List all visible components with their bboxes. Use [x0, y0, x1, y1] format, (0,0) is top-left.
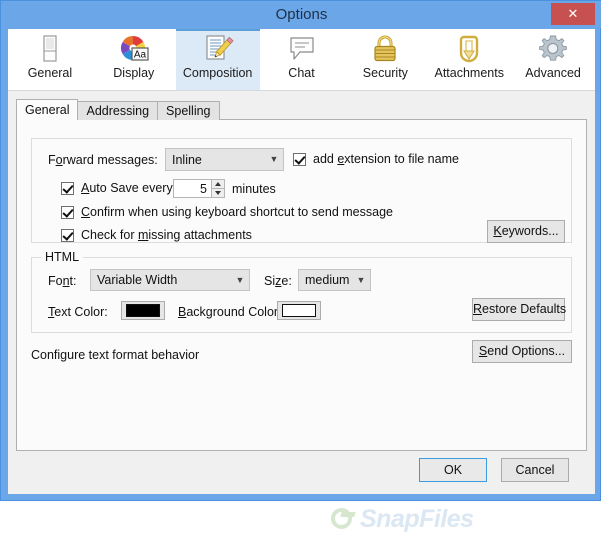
stepper-down-icon[interactable]: [211, 188, 225, 198]
background-color-swatch: [282, 304, 316, 317]
tab-label: General: [25, 103, 70, 117]
font-select[interactable]: Variable Width ▼: [90, 269, 250, 291]
toolbar-item-security[interactable]: Security: [343, 29, 427, 90]
tab-label: Spelling: [166, 104, 211, 118]
tab-addressing[interactable]: Addressing: [77, 101, 159, 120]
toolbar: General Aa Display Composition Chat Security A…: [8, 29, 595, 91]
auto-save-minutes-stepper[interactable]: 5: [173, 179, 225, 198]
auto-save-minutes-input[interactable]: 5: [173, 179, 211, 198]
general-switch-icon: [33, 33, 67, 65]
stepper-buttons: [211, 179, 225, 198]
checkbox-box: [293, 152, 306, 166]
dialog-body: General Addressing Spelling Forward messag…: [8, 91, 595, 531]
toolbar-item-label: Security: [362, 66, 408, 80]
chevron-down-icon: ▼: [356, 274, 366, 285]
checkbox-box: [61, 228, 74, 242]
background-color-button[interactable]: [277, 301, 321, 320]
toolbar-item-display[interactable]: Aa Display: [92, 29, 176, 90]
forward-messages-value: Inline: [172, 152, 202, 167]
color-wheel-icon: Aa: [117, 33, 151, 65]
toolbar-item-label: General: [27, 66, 73, 80]
confirm-shortcut-checkbox[interactable]: Confirm when using keyboard shortcut to …: [61, 205, 393, 219]
add-extension-label: add extension to file name: [313, 152, 459, 166]
check-missing-attachments-label: Check for missing attachments: [81, 228, 252, 242]
toolbar-item-composition[interactable]: Composition: [175, 29, 260, 90]
checkbox-box: [61, 205, 74, 219]
toolbar-item-attachments[interactable]: Attachments: [427, 29, 511, 90]
send-options-button[interactable]: Send Options...: [472, 340, 572, 363]
tab-strip: General Addressing Spelling: [16, 99, 220, 120]
configure-text-format-label: Configure text format behavior: [31, 348, 200, 362]
options-window: Options ✕ General Aa Display Composition Cha…: [0, 0, 601, 531]
general-settings-group: Forward messages: Inline ▼ add extension…: [31, 138, 572, 243]
toolbar-item-label: Chat: [288, 66, 315, 80]
snapfiles-watermark: SnapFiles: [329, 502, 549, 536]
svg-text:Aa: Aa: [134, 50, 147, 61]
watermark-text: SnapFiles: [360, 504, 474, 533]
cancel-button[interactable]: Cancel: [501, 458, 569, 482]
html-settings-group: HTML Font: Variable Width ▼ Size: medium…: [31, 250, 572, 333]
check-missing-attachments-checkbox[interactable]: Check for missing attachments: [61, 228, 252, 242]
padlock-icon: [368, 33, 402, 65]
restore-defaults-button[interactable]: Restore Defaults: [472, 298, 566, 321]
html-group-title: HTML: [41, 250, 84, 264]
tab-spelling[interactable]: Spelling: [157, 101, 220, 120]
text-color-swatch: [126, 304, 160, 317]
forward-messages-label: Forward messages:: [48, 153, 158, 167]
forward-messages-select[interactable]: Inline ▼: [165, 148, 284, 171]
titlebar: Options ✕: [1, 1, 601, 28]
toolbar-item-label: Attachments: [434, 66, 504, 80]
stepper-up-icon[interactable]: [211, 179, 225, 189]
chevron-down-icon: ▼: [269, 154, 279, 164]
ok-button[interactable]: OK: [419, 458, 487, 482]
snapfiles-logo-icon: [329, 506, 359, 532]
toolbar-item-advanced[interactable]: Advanced: [511, 29, 595, 90]
toolbar-item-label: Advanced: [525, 66, 581, 80]
tab-general[interactable]: General: [16, 99, 79, 120]
background-color-label: Background Color:: [178, 305, 282, 319]
tab-page-general: Forward messages: Inline ▼ add extension…: [16, 119, 587, 531]
toolbar-item-label: Display: [113, 66, 155, 80]
paperclip-icon: [452, 33, 486, 65]
toolbar-item-label: Composition: [182, 66, 253, 80]
font-label: Font:: [48, 274, 77, 288]
text-color-label: Text Color:: [48, 305, 108, 319]
text-color-button[interactable]: [121, 301, 165, 320]
confirm-shortcut-label: Confirm when using keyboard shortcut to …: [81, 205, 393, 219]
size-label: Size:: [264, 274, 292, 288]
speech-bubble-icon: [285, 33, 319, 65]
chevron-down-icon: ▼: [235, 274, 245, 285]
add-extension-checkbox[interactable]: add extension to file name: [293, 152, 459, 166]
gear-icon: [536, 33, 570, 65]
minutes-label: minutes: [232, 182, 276, 196]
toolbar-item-chat[interactable]: Chat: [260, 29, 344, 90]
size-value: medium: [305, 273, 350, 287]
checkbox-box: [61, 181, 74, 195]
auto-save-label: Auto Save every: [81, 181, 173, 195]
document-pencil-icon: [201, 33, 235, 65]
font-value: Variable Width: [97, 273, 178, 287]
size-select[interactable]: medium ▼: [298, 269, 371, 291]
toolbar-item-general[interactable]: General: [8, 29, 92, 90]
tab-label: Addressing: [86, 104, 150, 118]
close-icon[interactable]: ✕: [551, 3, 595, 25]
window-title: Options: [275, 6, 328, 23]
auto-save-checkbox[interactable]: Auto Save every: [61, 181, 173, 195]
keywords-button[interactable]: Keywords...: [487, 220, 565, 243]
